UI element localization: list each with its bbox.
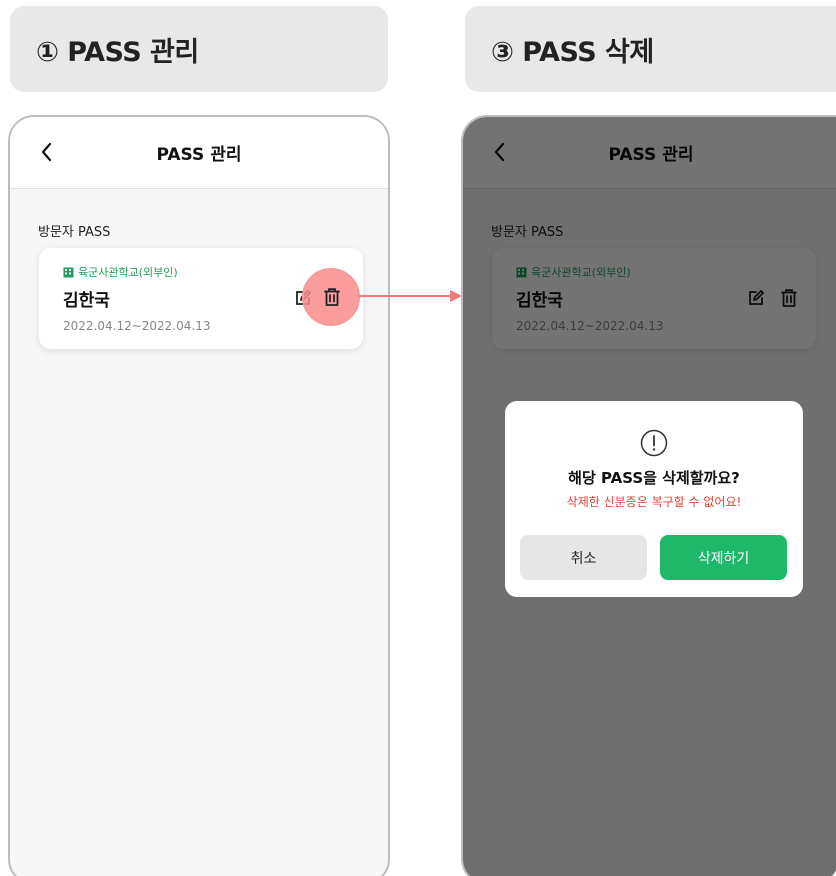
visitor-name: 김한국 — [63, 291, 110, 311]
back-icon[interactable] — [36, 139, 58, 165]
page-title: PASS 관리 — [156, 145, 242, 165]
pass-dates: 2022.04.12~2022.04.13 — [63, 319, 211, 333]
top-bar: PASS 관리 — [10, 117, 388, 189]
step-1-label: ① PASS 관리 — [36, 36, 199, 68]
step-1-header: ① PASS 관리 — [10, 6, 388, 92]
cancel-button[interactable]: 취소 — [520, 535, 647, 580]
organization-row: 육군사관학교(외부인) — [63, 264, 178, 280]
trash-tap-highlight[interactable] — [302, 268, 360, 326]
alert-icon — [640, 429, 668, 457]
delete-confirm-dialog: 해당 PASS을 삭제할까요? 삭제한 신분증은 복구할 수 없어요! 취소 삭… — [505, 401, 803, 597]
dialog-warning: 삭제한 신분증은 복구할 수 없어요! — [566, 495, 742, 509]
organization-name: 육군사관학교(외부인) — [78, 266, 178, 279]
arrow-icon — [358, 290, 462, 302]
dialog-title: 해당 PASS을 삭제할까요? — [568, 469, 740, 487]
section-label: 방문자 PASS — [38, 225, 111, 240]
step-3-label: ③ PASS 삭제 — [491, 36, 654, 68]
phone-screen-pass-delete: PASS 관리 방문자 PASS 육군사관학교(외부인) 김한국 2022.04… — [461, 115, 836, 876]
step-3-header: ③ PASS 삭제 — [465, 6, 836, 92]
building-icon — [63, 267, 74, 277]
trash-icon[interactable] — [323, 287, 341, 307]
phone-screen-pass-management: PASS 관리 방문자 PASS 육군사관학교(외부인) 김한국 2022.04… — [8, 115, 390, 876]
delete-button[interactable]: 삭제하기 — [660, 535, 787, 580]
